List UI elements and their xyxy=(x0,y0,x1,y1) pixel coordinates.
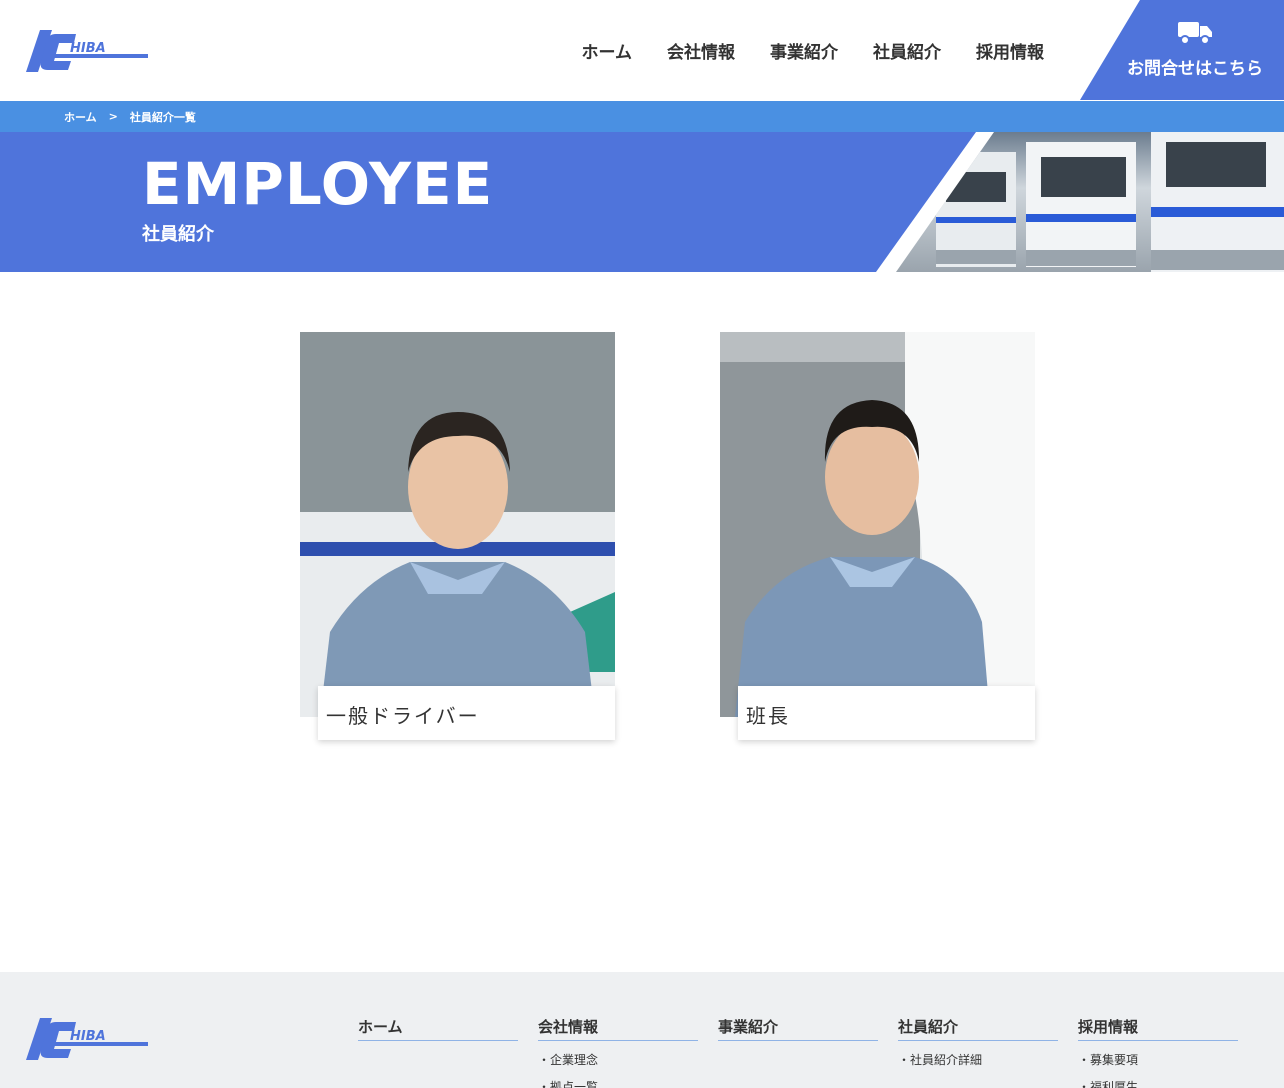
footer-heading-employee[interactable]: 社員紹介 xyxy=(898,1016,1058,1041)
breadcrumb-separator: > xyxy=(108,110,118,123)
footer-col-recruit: 採用情報 ・募集要項 ・福利厚生 xyxy=(1078,1016,1238,1088)
breadcrumb-current: 社員紹介一覧 xyxy=(129,110,196,124)
employee-photo[interactable] xyxy=(300,332,615,717)
footer-heading-company[interactable]: 会社情報 xyxy=(538,1016,698,1041)
footer-col-business: 事業紹介 xyxy=(718,1016,878,1041)
page-title: EMPLOYEE xyxy=(142,150,494,218)
nav-home[interactable]: ホーム xyxy=(582,38,633,63)
breadcrumb: ホーム > 社員紹介一覧 xyxy=(0,101,1284,132)
footer-link-requirements[interactable]: ・募集要項 xyxy=(1078,1051,1238,1068)
main-nav: ホーム 会社情報 事業紹介 社員紹介 採用情報 xyxy=(582,38,1045,63)
footer-heading-business[interactable]: 事業紹介 xyxy=(718,1016,878,1041)
employee-card[interactable]: 班長 xyxy=(720,332,1035,742)
footer-col-home: ホーム xyxy=(358,1016,518,1041)
ichiba-logo[interactable]: HIBA xyxy=(26,28,148,74)
footer-link-employee-detail[interactable]: ・社員紹介詳細 xyxy=(898,1051,1058,1068)
contact-label: お問合せはこちら xyxy=(1127,59,1263,79)
footer-heading-home[interactable]: ホーム xyxy=(358,1016,518,1041)
contact-button[interactable]: お問合せはこちら xyxy=(1080,0,1284,100)
hero-image-frame xyxy=(876,132,1284,272)
nav-recruit[interactable]: 採用情報 xyxy=(976,38,1044,63)
svg-text:HIBA: HIBA xyxy=(70,41,106,56)
site-footer: HIBA ホーム 会社情報 ・企業理念 ・拠点一覧 事業紹介 社員紹介 ・社員紹… xyxy=(0,972,1284,1088)
svg-text:HIBA: HIBA xyxy=(70,1029,106,1044)
site-header: HIBA ホーム 会社情報 事業紹介 社員紹介 採用情報 お問合せはこちら xyxy=(0,0,1284,101)
page-subtitle: 社員紹介 xyxy=(142,224,214,245)
footer-col-company: 会社情報 ・企業理念 ・拠点一覧 xyxy=(538,1016,698,1088)
footer-link-benefits[interactable]: ・福利厚生 xyxy=(1078,1078,1238,1088)
breadcrumb-home[interactable]: ホーム xyxy=(64,109,97,125)
footer-link-philosophy[interactable]: ・企業理念 xyxy=(538,1051,698,1068)
employee-title[interactable]: 一般ドライバー xyxy=(318,686,615,740)
employee-photo[interactable] xyxy=(720,332,1035,717)
nav-business[interactable]: 事業紹介 xyxy=(770,38,838,63)
footer-ichiba-logo[interactable]: HIBA xyxy=(26,1016,148,1062)
employee-title[interactable]: 班長 xyxy=(738,686,1035,740)
footer-col-employee: 社員紹介 ・社員紹介詳細 xyxy=(898,1016,1058,1068)
footer-heading-recruit[interactable]: 採用情報 xyxy=(1078,1016,1238,1041)
hero-trucks-image xyxy=(896,132,1284,272)
nav-company[interactable]: 会社情報 xyxy=(667,38,735,63)
employee-card[interactable]: 一般ドライバー xyxy=(300,332,615,742)
page-hero: EMPLOYEE 社員紹介 xyxy=(0,132,1284,272)
nav-employee[interactable]: 社員紹介 xyxy=(873,38,941,63)
footer-link-locations[interactable]: ・拠点一覧 xyxy=(538,1078,698,1088)
truck-icon xyxy=(1178,22,1212,45)
